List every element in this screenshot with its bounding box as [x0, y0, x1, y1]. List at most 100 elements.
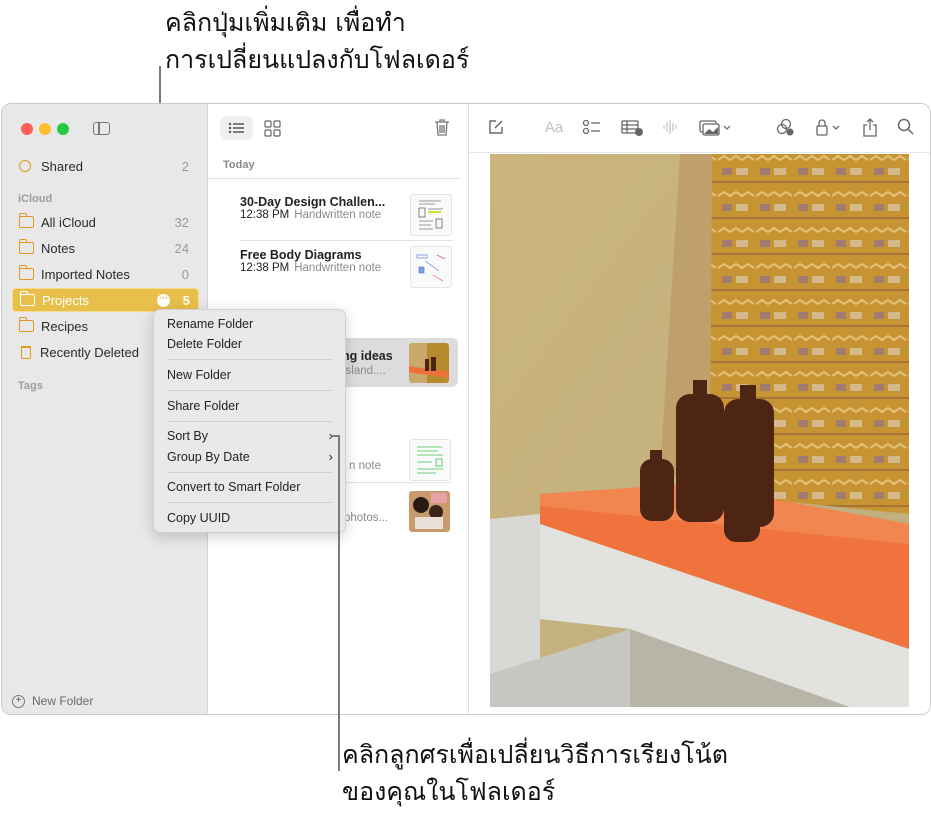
editor-toolbar: Aa — [469, 104, 930, 153]
delete-note-button[interactable] — [434, 118, 450, 142]
sidebar-item-label: Imported Notes — [41, 266, 130, 282]
share-icon — [863, 118, 877, 137]
note-subtitle: island.... — [343, 365, 386, 377]
menu-item-label: New Folder — [167, 368, 231, 382]
menu-item-label: Rename Folder — [167, 317, 254, 331]
note-title: 30-Day Design Challen... — [240, 195, 386, 209]
sidebar-item-label: Shared — [41, 158, 83, 174]
menu-item-label: Delete Folder — [167, 337, 243, 351]
note-item[interactable]: 30-Day Design Challen... 12:38 PM Handwri… — [240, 194, 452, 241]
trash-icon — [435, 119, 449, 136]
sidebar-item-all-icloud[interactable]: All iCloud 32 — [12, 211, 197, 233]
note-thumbnail — [409, 491, 450, 532]
menu-separator — [167, 421, 332, 422]
search-icon — [897, 118, 914, 135]
sidebar-item-imported-notes[interactable]: Imported Notes 0 — [12, 263, 197, 285]
menu-item-label: Group By Date — [167, 450, 250, 464]
section-header-today: Today — [223, 159, 255, 171]
lock-button[interactable] — [814, 118, 844, 138]
callout-sort-arrow: คลิกลูกศรเพื่อเปลี่ยนวิธีการเรียงโน้ต ขอ… — [342, 736, 728, 810]
shared-person-icon — [19, 160, 31, 172]
grid-icon — [264, 120, 281, 137]
minimize-button[interactable] — [39, 123, 51, 135]
checklist-icon — [582, 119, 600, 135]
divider — [208, 178, 460, 179]
sidebar-item-label: Projects — [42, 292, 89, 308]
list-icon — [228, 122, 244, 134]
close-button[interactable] — [21, 123, 33, 135]
callout-text-line: การเปลี่ยนแปลงกับโฟลเดอร์ — [165, 45, 470, 74]
compose-icon — [489, 120, 503, 134]
sidebar-item-count: 5 — [182, 292, 190, 308]
menu-separator — [167, 502, 332, 503]
folder-icon — [20, 291, 35, 306]
sidebar-item-notes[interactable]: Notes 24 — [12, 237, 197, 259]
callout-text-line: คลิกลูกศรเพื่อเปลี่ยนวิธีการเรียงโน้ต — [342, 740, 728, 769]
menu-item-label: Sort By — [167, 429, 208, 443]
list-view-button[interactable] — [220, 116, 253, 140]
lock-icon — [816, 119, 840, 136]
menu-item-new-folder[interactable]: New Folder — [167, 366, 335, 384]
sidebar-item-count: 24 — [174, 240, 189, 256]
format-button[interactable]: Aa — [542, 118, 566, 138]
collaborate-button[interactable] — [775, 118, 795, 138]
plus-circle-icon: + — [12, 694, 25, 708]
callout-more-button: คลิกปุ่มเพิ่มเติม เพื่อทำ การเปลี่ยนแปลง… — [165, 4, 469, 78]
menu-item-group-by-date[interactable]: Group By Date › — [167, 448, 335, 466]
note-time: 12:38 PM — [240, 209, 290, 221]
sidebar-item-count: 2 — [181, 158, 189, 174]
menu-item-convert-smart-folder[interactable]: Convert to Smart Folder — [167, 478, 335, 496]
media-button[interactable] — [699, 118, 735, 138]
note-photo — [490, 154, 909, 707]
menu-item-label: Copy UUID — [167, 511, 231, 525]
note-subtitle: n note — [349, 460, 381, 472]
compose-button[interactable] — [487, 118, 505, 138]
menu-item-rename-folder[interactable]: Rename Folder — [167, 315, 335, 333]
note-editor: Aa — [469, 104, 930, 714]
callout-text-line: คลิกปุ่มเพิ่มเติม เพื่อทำ — [165, 8, 406, 37]
icloud-section-header: iCloud — [18, 193, 53, 205]
callout-text-line: ของคุณในโฟลเดอร์ — [342, 777, 556, 806]
photo-bottles-shelf — [490, 154, 909, 707]
audio-waveform-icon — [663, 120, 677, 134]
divider — [339, 482, 452, 483]
chevron-right-icon[interactable]: › — [329, 448, 333, 466]
collaborate-icon — [776, 118, 794, 136]
menu-item-share-folder[interactable]: Share Folder — [167, 397, 335, 415]
table-button[interactable] — [621, 118, 645, 138]
note-thumbnail — [410, 246, 452, 288]
sidebar-item-label: All iCloud — [41, 214, 96, 230]
menu-item-label: Share Folder — [167, 399, 240, 413]
menu-item-delete-folder[interactable]: Delete Folder — [167, 335, 335, 353]
new-folder-label: New Folder — [32, 694, 94, 708]
sidebar-toggle-icon[interactable] — [93, 122, 110, 135]
more-options-button[interactable]: ··· — [157, 293, 170, 307]
divider — [240, 240, 452, 241]
audio-button[interactable] — [662, 118, 678, 138]
callout-leader-line — [338, 435, 340, 771]
checklist-button[interactable] — [582, 118, 602, 138]
menu-item-sort-by[interactable]: Sort By › — [167, 427, 335, 445]
note-thumbnail — [409, 439, 451, 481]
search-button[interactable] — [897, 118, 915, 138]
gallery-view-button[interactable] — [256, 116, 289, 140]
share-button[interactable] — [862, 118, 878, 138]
folder-context-menu: Rename Folder Delete Folder New Folder S… — [153, 309, 346, 533]
note-thumbnail — [410, 194, 452, 236]
callout-leader-tick — [332, 435, 340, 437]
sidebar-item-count: 32 — [174, 214, 189, 230]
menu-item-copy-uuid[interactable]: Copy UUID — [167, 509, 335, 527]
note-thumbnail — [409, 343, 449, 383]
note-time: 12:38 PM — [240, 262, 290, 274]
sidebar-item-count: 0 — [181, 266, 189, 282]
notes-window: Shared 2 iCloud All iCloud 32 Notes 24 I… — [1, 103, 931, 715]
note-item[interactable]: Free Body Diagrams 12:38 PM Handwritten n… — [240, 246, 452, 294]
zoom-button[interactable] — [57, 123, 69, 135]
sidebar-item-shared[interactable]: Shared 2 — [12, 155, 197, 177]
note-title: ng ideas — [342, 349, 393, 363]
new-folder-button[interactable]: + New Folder — [12, 694, 93, 708]
menu-separator — [167, 359, 332, 360]
folder-icon — [19, 265, 34, 280]
note-subtitle: Handwritten note — [294, 209, 382, 221]
menu-item-label: Convert to Smart Folder — [167, 480, 301, 494]
